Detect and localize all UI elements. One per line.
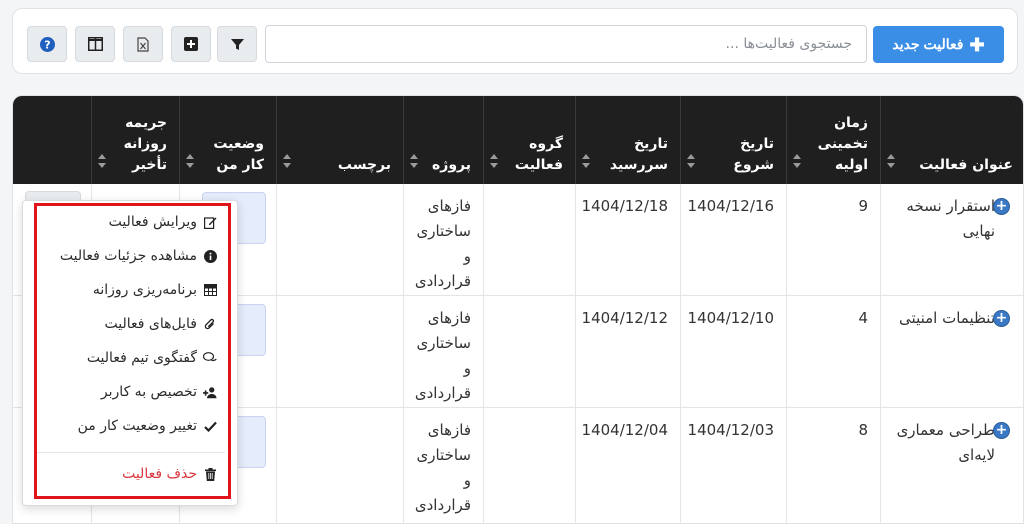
excel-export-icon [137, 36, 149, 52]
row-actions-menu: ویرایش فعالیت مشاهده جزئیات فعالیت برنام… [22, 200, 238, 506]
sort-icon [410, 154, 418, 168]
cell-estimate: 9 [786, 184, 880, 295]
excel-export-button[interactable] [123, 26, 163, 62]
menu-item-change-status[interactable]: تغییر وضعیت کار من [23, 409, 239, 443]
cell-project: فازهای ساختاری و قراردادی [403, 296, 483, 407]
new-activity-label: فعالیت جدید [892, 36, 964, 52]
menu-item-team-chat[interactable]: گفتگوی تیم فعالیت [23, 341, 239, 375]
cell-start-date: 1404/12/03 [680, 408, 786, 523]
sort-icon [98, 154, 106, 168]
columns-icon [87, 37, 103, 51]
cell-estimate: 8 [786, 408, 880, 523]
sort-icon [490, 154, 498, 168]
edit-icon [203, 215, 217, 229]
menu-item-files[interactable]: فایل‌های فعالیت [23, 307, 239, 341]
filter-button[interactable] [217, 26, 257, 62]
cell-project: فازهای ساختاری و قراردادی [403, 408, 483, 523]
toolbar: ✚ فعالیت جدید ? [12, 8, 1018, 74]
cell-start-date: 1404/12/16 [680, 184, 786, 295]
column-header-group[interactable]: گروه فعالیت [483, 96, 575, 184]
help-button[interactable]: ? [27, 26, 67, 62]
add-column-button[interactable] [171, 26, 211, 62]
sort-icon [887, 154, 895, 168]
help-icon: ? [39, 36, 55, 52]
column-header-actions [13, 96, 91, 184]
menu-item-daily-plan[interactable]: برنامه‌ریزی روزانه [23, 273, 239, 307]
menu-item-details[interactable]: مشاهده جزئیات فعالیت [23, 239, 239, 273]
check-icon [203, 419, 217, 433]
paperclip-icon [203, 317, 217, 331]
table-header: عنوان فعالیت زمان تخمینی اولیه تاریخ شرو… [13, 96, 1023, 184]
add-square-icon [184, 37, 198, 51]
sort-icon [793, 154, 801, 168]
user-plus-icon [203, 385, 217, 399]
menu-item-delete[interactable]: حذف فعالیت [23, 457, 239, 491]
cell-tag [276, 296, 403, 407]
cell-tag [276, 184, 403, 295]
cell-project: فازهای ساختاری و قراردادی [403, 184, 483, 295]
column-header-tag[interactable]: برچسب [276, 96, 403, 184]
svg-text:?: ? [44, 38, 50, 51]
info-icon [203, 249, 217, 263]
cell-due-date: 1404/12/18 [575, 184, 680, 295]
plus-icon: ✚ [969, 34, 985, 55]
menu-divider [37, 452, 225, 453]
cell-due-date: 1404/12/12 [575, 296, 680, 407]
column-header-due-date[interactable]: تاریخ سررسید [575, 96, 680, 184]
search-input[interactable] [265, 25, 867, 63]
chat-icon [203, 351, 217, 365]
sort-icon [283, 154, 291, 168]
menu-item-edit[interactable]: ویرایش فعالیت [23, 205, 239, 239]
cell-group [483, 408, 575, 523]
column-header-title[interactable]: عنوان فعالیت [880, 96, 1023, 184]
expand-row-icon[interactable]: + [993, 422, 1010, 439]
filter-icon [230, 38, 244, 50]
column-header-start-date[interactable]: تاریخ شروع [680, 96, 786, 184]
expand-row-icon[interactable]: + [993, 198, 1010, 215]
column-header-my-status[interactable]: وضعیت کار من [179, 96, 276, 184]
sort-icon [687, 154, 695, 168]
cell-group [483, 184, 575, 295]
column-header-daily-penalty[interactable]: جریمه روزانه تأخیر [91, 96, 179, 184]
trash-icon [203, 467, 217, 481]
cell-start-date: 1404/12/10 [680, 296, 786, 407]
expand-row-icon[interactable]: + [993, 310, 1010, 327]
column-header-estimate[interactable]: زمان تخمینی اولیه [786, 96, 880, 184]
columns-toggle-button[interactable] [75, 26, 115, 62]
cell-due-date: 1404/12/04 [575, 408, 680, 523]
new-activity-button[interactable]: ✚ فعالیت جدید [873, 26, 1004, 63]
column-header-project[interactable]: پروژه [403, 96, 483, 184]
sort-icon [186, 154, 194, 168]
table-icon [203, 283, 217, 297]
cell-estimate: 4 [786, 296, 880, 407]
sort-icon [582, 154, 590, 168]
cell-tag [276, 408, 403, 523]
menu-item-assign-user[interactable]: تخصیص به کاربر [23, 375, 239, 409]
cell-group [483, 296, 575, 407]
